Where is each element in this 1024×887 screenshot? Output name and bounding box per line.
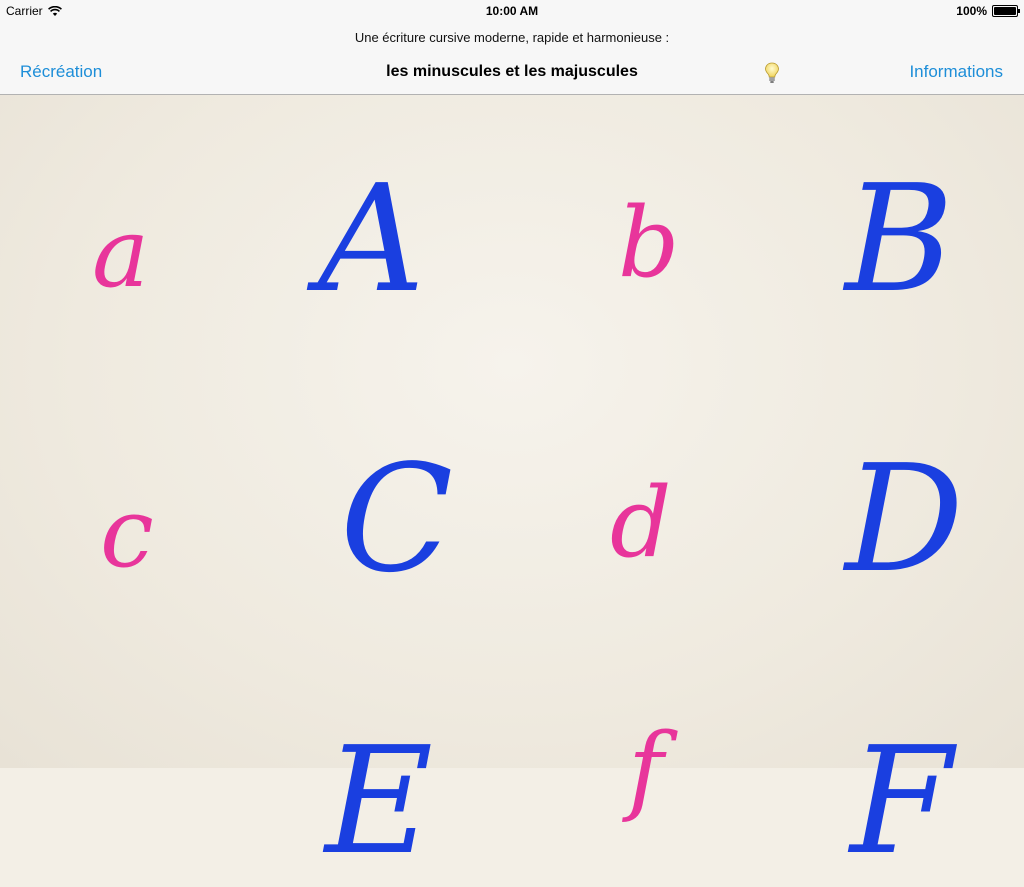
recreation-button[interactable]: Récréation	[20, 62, 102, 82]
informations-button[interactable]: Informations	[909, 62, 1003, 82]
status-right: 100%	[956, 4, 1020, 18]
letter-f-uppercase[interactable]: F	[850, 727, 953, 875]
letters-canvas: a A b B c C d D E f F	[0, 95, 1024, 875]
letter-b-lowercase[interactable]: b	[618, 195, 679, 291]
letter-e-uppercase[interactable]: E	[325, 727, 433, 875]
status-bar: Carrier 10:00 AM 100%	[0, 0, 1024, 22]
battery-percent: 100%	[956, 4, 987, 18]
status-time: 10:00 AM	[485, 4, 539, 18]
battery-icon	[992, 5, 1020, 17]
lightbulb-icon[interactable]	[764, 62, 780, 84]
letter-f-lowercase[interactable]: f	[628, 721, 664, 817]
letter-b-uppercase[interactable]: B	[845, 165, 954, 313]
letter-c-uppercase[interactable]: C	[340, 445, 453, 593]
letter-d-uppercase[interactable]: D	[845, 445, 964, 593]
letter-c-lowercase[interactable]: c	[100, 485, 154, 581]
nav-subtitle: Une écriture cursive moderne, rapide et …	[354, 30, 670, 45]
letter-a-uppercase[interactable]: A	[318, 165, 425, 313]
page-title: les minuscules et les majuscules	[386, 63, 638, 80]
letter-a-lowercase[interactable]: a	[92, 205, 149, 301]
navigation-bar: Une écriture cursive moderne, rapide et …	[0, 22, 1024, 95]
letter-d-lowercase[interactable]: d	[610, 475, 671, 571]
